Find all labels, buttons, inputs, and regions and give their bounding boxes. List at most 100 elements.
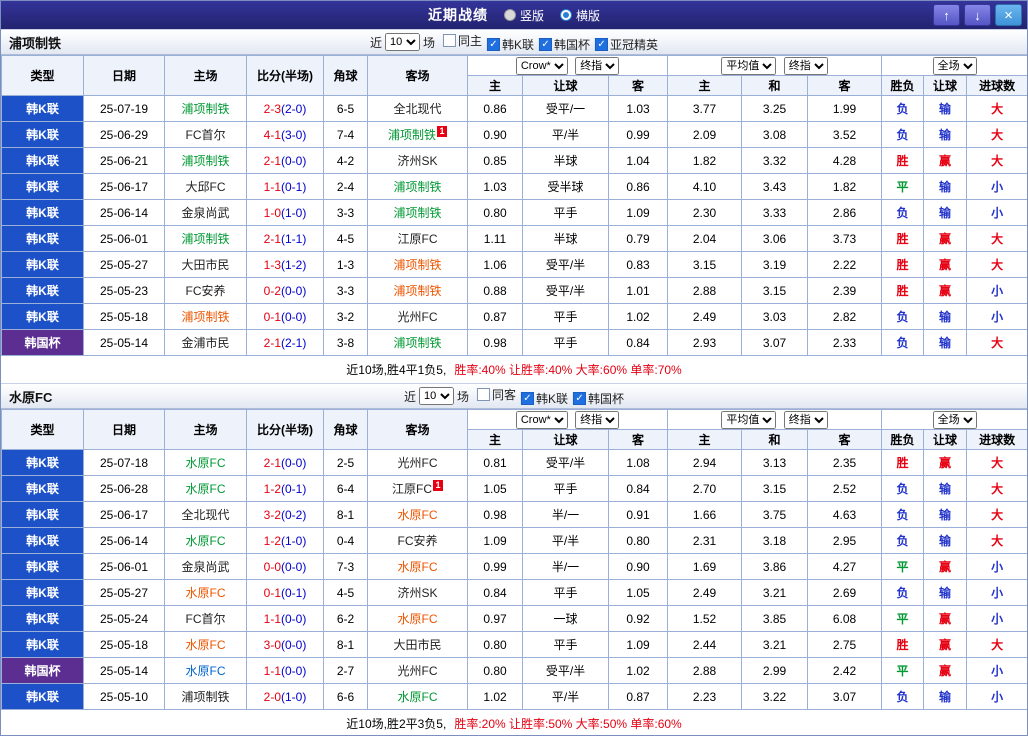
- filter-checkbox[interactable]: 同客: [476, 386, 516, 403]
- euro-odds-cell: 1.69: [667, 553, 743, 580]
- match-row: 韩K联 25-05-10 浦项制铁 2-0(1-0) 6-6 水原FC 1.02 平/半 0.8…: [1, 683, 1027, 710]
- checkbox-icon[interactable]: [442, 33, 456, 47]
- result-cell: 赢: [923, 277, 968, 304]
- match-scope-select[interactable]: 全场: [932, 56, 977, 75]
- euro-odds-cell: 2.88: [667, 657, 743, 684]
- col-header-type: 类型: [1, 409, 84, 450]
- move-down-button[interactable]: ↓: [964, 4, 991, 26]
- team-link[interactable]: 浦项制铁 1: [367, 121, 468, 148]
- checkbox-icon[interactable]: ✓: [521, 391, 535, 405]
- team-link[interactable]: 江原FC 1: [367, 475, 468, 502]
- recent-count-select[interactable]: 10: [384, 33, 420, 51]
- team-link[interactable]: 浦项制铁: [367, 173, 468, 200]
- corner-cell: 6-5: [323, 95, 368, 122]
- handicap-odds-cell: 1.03: [467, 173, 523, 200]
- team-link[interactable]: 济州SK: [367, 147, 468, 174]
- league-type: 韩K联: [1, 199, 84, 226]
- result-cell: 小: [966, 199, 1027, 226]
- team-link[interactable]: 光州FC: [367, 303, 468, 330]
- handicap-odds-cell: 1.02: [467, 683, 523, 710]
- team-link[interactable]: 浦项制铁: [164, 303, 247, 330]
- match-row: 韩K联 25-06-29 FC首尔 4-1(3-0) 7-4 浦项制铁 1 0.90 平/半 0.…: [1, 121, 1027, 148]
- result-cell: 输: [923, 527, 968, 554]
- checkbox-icon[interactable]: ✓: [539, 37, 553, 51]
- team-link[interactable]: 浦项制铁: [164, 95, 247, 122]
- team-link[interactable]: 浦项制铁: [164, 147, 247, 174]
- team-link[interactable]: 水原FC: [164, 579, 247, 606]
- team-link[interactable]: FC安养: [367, 527, 468, 554]
- match-date: 25-06-01: [83, 225, 165, 252]
- handicap-odds-cell: 0.79: [607, 225, 669, 252]
- team-link[interactable]: 水原FC: [164, 527, 247, 554]
- filter-checkbox[interactable]: 同主: [442, 32, 482, 49]
- team-link[interactable]: 全北现代: [367, 95, 468, 122]
- result-cell: 赢: [923, 225, 968, 252]
- team-link[interactable]: 大邱FC: [164, 173, 247, 200]
- team-link[interactable]: 金泉尚武: [164, 553, 247, 580]
- checkbox-icon[interactable]: ✓: [487, 37, 500, 51]
- result-cell: 输: [923, 303, 968, 330]
- score-cell: 1-1(0-1): [246, 173, 324, 200]
- match-scope-select[interactable]: 全场: [932, 410, 977, 429]
- corner-cell: 4-5: [323, 225, 368, 252]
- average-select[interactable]: 平均值: [721, 56, 777, 75]
- filter-checkbox[interactable]: ✓ 韩国杯: [539, 36, 590, 53]
- team-link[interactable]: 浦项制铁: [367, 251, 468, 278]
- radio-unchecked-icon[interactable]: [503, 9, 516, 21]
- team-link[interactable]: 金泉尚武: [164, 199, 247, 226]
- team-link[interactable]: 浦项制铁: [367, 199, 468, 226]
- team-link[interactable]: 水原FC: [164, 657, 247, 684]
- team-link[interactable]: 水原FC: [367, 605, 468, 632]
- team-link[interactable]: 水原FC: [164, 449, 247, 476]
- team-link[interactable]: 江原FC: [367, 225, 468, 252]
- checkbox-icon[interactable]: ✓: [595, 37, 609, 51]
- radio-checked-icon[interactable]: [560, 9, 572, 21]
- odds-stage-select[interactable]: 终指: [575, 56, 620, 75]
- checkbox-icon[interactable]: [476, 387, 490, 401]
- team-link[interactable]: 水原FC: [164, 631, 247, 658]
- filter-suffix: 场: [422, 35, 435, 50]
- bookmaker-select[interactable]: Crow*: [515, 56, 568, 75]
- summary-row-0: 近10场,胜4平1负5, 胜率:40% 让胜率:40% 大率:60% 单率:70…: [1, 356, 1027, 383]
- filter-checkbox[interactable]: ✓ 韩K联: [487, 36, 534, 53]
- team-link[interactable]: FC首尔: [164, 121, 247, 148]
- odds-stage-select-2[interactable]: 终指: [783, 56, 828, 75]
- close-button[interactable]: ×: [995, 4, 1022, 26]
- team-link[interactable]: 浦项制铁: [164, 225, 247, 252]
- team-link[interactable]: 光州FC: [367, 449, 468, 476]
- team-link[interactable]: 全北现代: [164, 501, 247, 528]
- average-select[interactable]: 平均值: [721, 410, 777, 429]
- team-link[interactable]: 光州FC: [367, 657, 468, 684]
- team-link[interactable]: 水原FC: [367, 683, 468, 710]
- move-up-button[interactable]: ↑: [933, 4, 960, 26]
- team-link[interactable]: FC安养: [164, 277, 247, 304]
- team-link[interactable]: 浦项制铁: [367, 277, 468, 304]
- team-link[interactable]: 金浦市民: [164, 329, 247, 356]
- team-link[interactable]: 大田市民: [367, 631, 468, 658]
- filter-checkbox[interactable]: ✓ 韩K联: [521, 390, 568, 407]
- team-link[interactable]: FC首尔: [164, 605, 247, 632]
- result-cell: 平: [881, 657, 925, 684]
- team-link[interactable]: 水原FC: [164, 475, 247, 502]
- recent-count-select[interactable]: 10: [418, 387, 454, 405]
- checkbox-icon[interactable]: ✓: [573, 391, 587, 405]
- layout-radio-horizontal[interactable]: 横版: [560, 7, 600, 24]
- euro-odds-cell: 3.33: [741, 199, 809, 226]
- handicap-odds-cell: 0.87: [607, 683, 669, 710]
- result-cell: 胜: [881, 147, 925, 174]
- team-link[interactable]: 水原FC: [367, 553, 468, 580]
- league-type: 韩K联: [1, 475, 84, 502]
- bookmaker-select[interactable]: Crow*: [515, 410, 568, 429]
- odds-stage-select[interactable]: 终指: [575, 410, 620, 429]
- corner-cell: 6-4: [323, 475, 368, 502]
- odds-stage-select-2[interactable]: 终指: [783, 410, 828, 429]
- layout-radio-vertical[interactable]: 竖版: [503, 7, 544, 24]
- filter-checkbox[interactable]: ✓ 韩国杯: [573, 390, 624, 407]
- team-link[interactable]: 水原FC: [367, 501, 468, 528]
- team-link[interactable]: 浦项制铁: [164, 683, 247, 710]
- team-link[interactable]: 大田市民: [164, 251, 247, 278]
- team-link[interactable]: 济州SK: [367, 579, 468, 606]
- result-scope-select-cell: 全场: [881, 409, 1027, 430]
- team-link[interactable]: 浦项制铁: [367, 329, 468, 356]
- filter-checkbox[interactable]: ✓ 亚冠精英: [595, 36, 658, 53]
